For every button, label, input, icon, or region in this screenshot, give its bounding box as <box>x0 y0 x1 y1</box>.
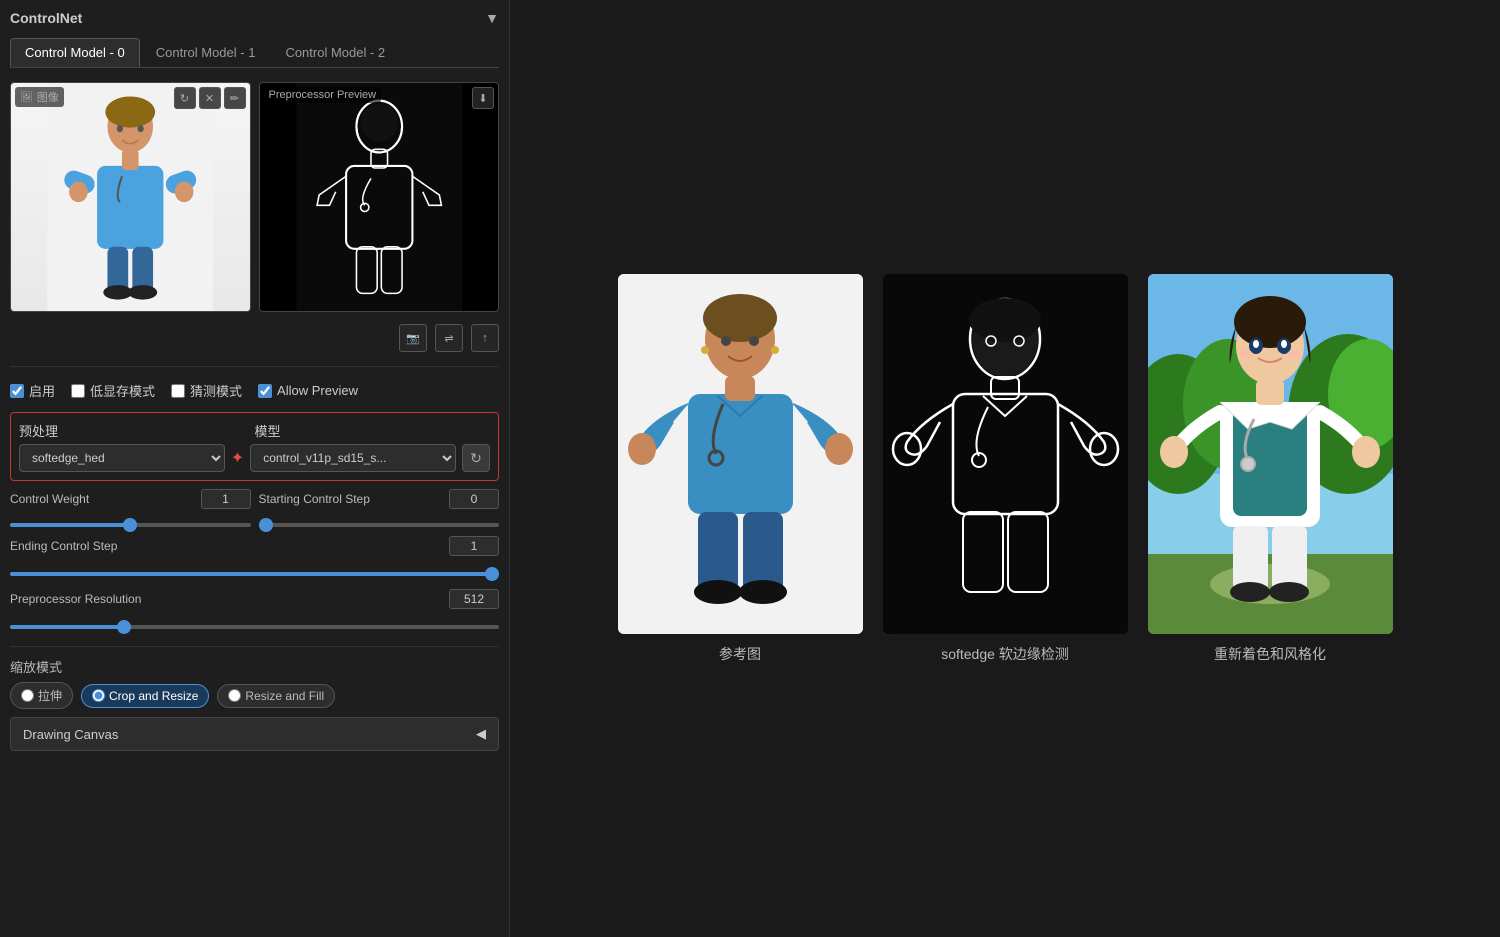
model-section: 预处理 模型 softedge_hed ✦ control_v11p_sd15_… <box>10 412 499 481</box>
panel-collapse-arrow[interactable]: ▼ <box>485 10 499 26</box>
preprocessor-res-slider-wrap <box>10 617 499 632</box>
enable-checkbox[interactable]: 启用 <box>10 381 55 400</box>
stretch-radio[interactable] <box>21 689 34 702</box>
weight-step-row: Control Weight 1 Starting Control Step 0 <box>10 489 499 509</box>
starting-step-label-row: Starting Control Step 0 <box>259 489 500 509</box>
preprocessor-preview-box: Preprocessor Preview ⬇ <box>259 82 500 312</box>
model-select[interactable]: control_v11p_sd15_s... <box>250 444 456 472</box>
ending-step-slider[interactable] <box>10 572 499 576</box>
bottom-icon-row: 📷 ⇌ ↑ <box>10 320 499 356</box>
control-weight-col: Control Weight 1 <box>10 489 251 509</box>
gallery-caption-softedge: softedge 软边缘检测 <box>941 644 1069 664</box>
source-image-box: 🖼 图像 ↻ ✕ ✏ <box>10 82 251 312</box>
low-mem-checkbox[interactable]: 低显存模式 <box>71 381 155 400</box>
low-mem-checkbox-input[interactable] <box>71 384 85 398</box>
gallery-caption-ref: 参考图 <box>719 644 761 664</box>
starting-step-slider-wrap <box>259 515 500 530</box>
control-weight-label: Control Weight <box>10 492 150 506</box>
guess-mode-checkbox-input[interactable] <box>171 384 185 398</box>
gallery-img-styled <box>1148 274 1393 634</box>
tab-control-model-2[interactable]: Control Model - 2 <box>271 38 399 67</box>
ending-step-value[interactable]: 1 <box>449 536 499 556</box>
refresh-image-btn[interactable]: ↻ <box>174 87 196 109</box>
model-section-label: 模型 <box>255 421 491 440</box>
resize-fill-option[interactable]: Resize and Fill <box>217 684 335 708</box>
preprocessor-res-label: Preprocessor Resolution <box>10 592 150 606</box>
close-image-btn[interactable]: ✕ <box>199 87 221 109</box>
preprocessor-select[interactable]: softedge_hed <box>19 444 225 472</box>
tab-bar: Control Model - 0 Control Model - 1 Cont… <box>10 38 499 68</box>
gallery-svg-softedge <box>883 274 1128 634</box>
starting-step-label: Starting Control Step <box>259 492 399 506</box>
gallery-img-softedge <box>883 274 1128 634</box>
preprocessor-res-slider[interactable] <box>10 625 499 629</box>
divider-1 <box>10 366 499 367</box>
drawing-canvas-label: Drawing Canvas <box>23 727 118 742</box>
divider-2 <box>10 646 499 647</box>
gallery-img-ref <box>618 274 863 634</box>
weight-starting-sliders <box>10 515 499 530</box>
allow-preview-checkbox[interactable]: Allow Preview <box>258 383 358 398</box>
source-image-content <box>11 83 250 311</box>
starting-step-slider[interactable] <box>259 523 500 527</box>
source-image-controls: ↻ ✕ ✏ <box>174 87 246 109</box>
zoom-radio-row: 拉伸 Crop and Resize Resize and Fill <box>10 682 499 709</box>
right-panel: 参考图 <box>510 0 1500 937</box>
image-preview-row: 🖼 图像 ↻ ✕ ✏ <box>10 82 499 312</box>
stretch-option[interactable]: 拉伸 <box>10 682 73 709</box>
ending-step-label: Ending Control Step <box>10 539 150 553</box>
resize-fill-radio[interactable] <box>228 689 241 702</box>
refresh-model-btn[interactable]: ↻ <box>462 444 490 472</box>
sliders-section: Control Weight 1 Starting Control Step 0 <box>10 489 499 636</box>
starting-step-value[interactable]: 0 <box>449 489 499 509</box>
control-weight-value[interactable]: 1 <box>201 489 251 509</box>
gallery-svg-ref <box>618 274 863 634</box>
accordion-arrow: ◀ <box>476 726 486 742</box>
guess-mode-checkbox[interactable]: 猜测模式 <box>171 381 242 400</box>
source-image-label: 🖼 图像 <box>15 87 64 107</box>
edit-image-btn[interactable]: ✏ <box>224 87 246 109</box>
camera-btn[interactable]: 📷 <box>399 324 427 352</box>
enable-checkbox-input[interactable] <box>10 384 24 398</box>
preprocessor-image-content <box>260 83 499 311</box>
left-panel: ControlNet ▼ Control Model - 0 Control M… <box>0 0 510 937</box>
zoom-mode-section: 缩放模式 拉伸 Crop and Resize Resize and Fill <box>10 657 499 709</box>
allow-preview-checkbox-input[interactable] <box>258 384 272 398</box>
gallery-svg-styled <box>1148 274 1393 634</box>
gallery-caption-styled: 重新着色和风格化 <box>1214 644 1326 664</box>
download-preprocessor-btn[interactable]: ⬇ <box>472 87 494 109</box>
tab-control-model-0[interactable]: Control Model - 0 <box>10 38 140 67</box>
drawing-canvas-accordion[interactable]: Drawing Canvas ◀ <box>10 717 499 751</box>
checkbox-row: 启用 低显存模式 猜测模式 Allow Preview <box>10 377 499 404</box>
preprocessor-res-label-row: Preprocessor Resolution 512 <box>10 589 499 609</box>
crop-resize-radio[interactable] <box>92 689 105 702</box>
model-inputs-row: softedge_hed ✦ control_v11p_sd15_s... ↻ <box>19 444 490 472</box>
preprocessor-svg <box>260 83 499 311</box>
ending-step-slider-wrap <box>10 564 499 579</box>
gallery-item-ref: 参考图 <box>618 274 863 664</box>
upload-btn[interactable]: ↑ <box>471 324 499 352</box>
control-weight-slider[interactable] <box>10 523 251 527</box>
control-weight-slider-wrap <box>10 515 251 530</box>
swap-btn[interactable]: ⇌ <box>435 324 463 352</box>
gallery-row: 参考图 <box>618 274 1393 664</box>
preprocessor-controls: ⬇ <box>472 87 494 109</box>
star-icon: ✦ <box>231 448 244 468</box>
zoom-mode-label: 缩放模式 <box>10 657 499 676</box>
panel-header: ControlNet ▼ <box>10 10 499 26</box>
model-labels-row: 预处理 模型 <box>19 421 490 440</box>
ending-step-label-row: Ending Control Step 1 <box>10 536 499 556</box>
crop-resize-option[interactable]: Crop and Resize <box>81 684 209 708</box>
control-weight-label-row: Control Weight 1 <box>10 489 251 509</box>
preprocessor-label: Preprocessor Preview <box>264 87 382 103</box>
panel-title: ControlNet <box>10 10 82 26</box>
starting-step-col: Starting Control Step 0 <box>259 489 500 509</box>
image-icon: 🖼 <box>20 92 33 103</box>
tab-control-model-1[interactable]: Control Model - 1 <box>142 38 270 67</box>
nurse-source-svg <box>11 83 250 311</box>
preprocessor-res-value[interactable]: 512 <box>449 589 499 609</box>
gallery-item-softedge: softedge 软边缘检测 <box>883 274 1128 664</box>
gallery-item-styled: 重新着色和风格化 <box>1148 274 1393 664</box>
preprocessor-section-label: 预处理 <box>19 421 255 440</box>
